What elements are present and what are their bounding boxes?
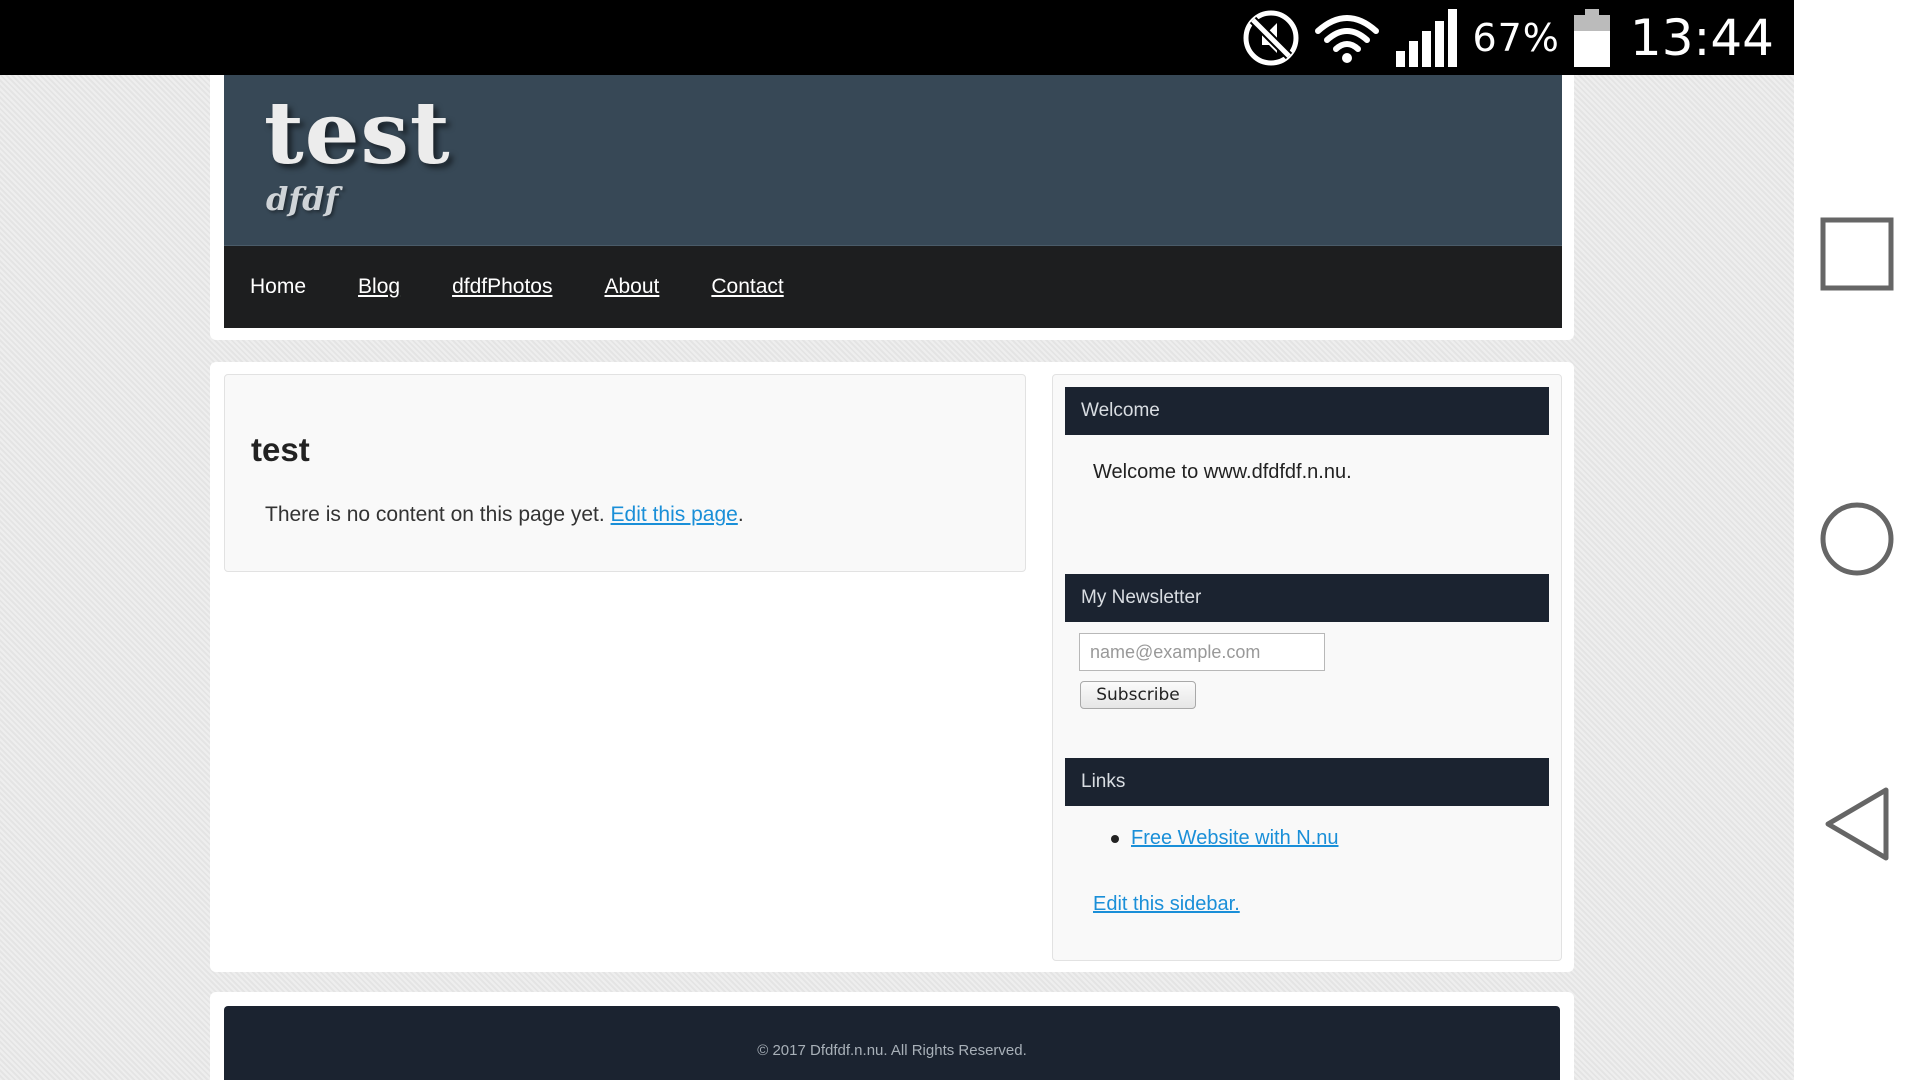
menu-item-dfdfphotos[interactable]: dfdfPhotos bbox=[452, 275, 552, 299]
links-widget-heading: Links bbox=[1065, 758, 1549, 806]
footer: © 2017 Dfdfdf.n.nu. All Rights Reserved. bbox=[224, 1006, 1560, 1080]
android-nav-bar bbox=[1794, 0, 1920, 1080]
page-text-body: There is no content on this page yet. bbox=[265, 503, 611, 526]
menu-item-about[interactable]: About bbox=[604, 275, 659, 299]
edit-sidebar-link[interactable]: Edit this sidebar. bbox=[1093, 893, 1240, 916]
page-text-period: . bbox=[737, 503, 744, 526]
header-banner: test dfdf bbox=[224, 75, 1562, 246]
subscribe-button[interactable]: Subscribe bbox=[1080, 681, 1196, 709]
battery-percent: 67% bbox=[1472, 15, 1560, 60]
links-list: Free Website with N.nu bbox=[1093, 827, 1339, 850]
recent-apps-button[interactable] bbox=[1794, 210, 1920, 298]
back-button[interactable] bbox=[1794, 780, 1920, 868]
bullet-icon bbox=[1111, 834, 1119, 843]
free-website-link[interactable]: Free Website with N.nu bbox=[1131, 827, 1339, 850]
sidebar: Welcome Welcome to www.dfdfdf.n.nu. My N… bbox=[1052, 374, 1562, 961]
site-tagline: dfdf bbox=[266, 180, 339, 218]
welcome-text: Welcome to www.dfdfdf.n.nu. bbox=[1093, 461, 1352, 483]
list-item: Free Website with N.nu bbox=[1093, 827, 1339, 850]
newsletter-widget-heading: My Newsletter bbox=[1065, 574, 1549, 622]
menu-item-blog[interactable]: Blog bbox=[358, 275, 400, 299]
site-title[interactable]: test bbox=[264, 83, 451, 184]
status-bar: 67% 13:44 bbox=[0, 0, 1794, 75]
recent-apps-icon bbox=[1820, 217, 1894, 291]
main-content: test There is no content on this page ye… bbox=[224, 374, 1026, 572]
wifi-icon bbox=[1315, 14, 1380, 63]
footer-copyright: © 2017 Dfdfdf.n.nu. All Rights Reserved. bbox=[757, 1042, 1027, 1059]
mute-icon bbox=[1243, 10, 1299, 65]
signal-icon bbox=[1396, 8, 1458, 67]
menu-item-home[interactable]: Home bbox=[250, 275, 306, 299]
home-button[interactable] bbox=[1794, 495, 1920, 583]
clock: 13:44 bbox=[1629, 8, 1774, 67]
newsletter-email-input[interactable] bbox=[1079, 633, 1325, 671]
back-icon bbox=[1825, 787, 1889, 861]
edit-page-link[interactable]: Edit this page bbox=[611, 503, 738, 526]
main-menu: Home Blog dfdfPhotos About Contact bbox=[224, 246, 1562, 328]
page-title: test bbox=[251, 431, 310, 468]
home-icon bbox=[1820, 502, 1894, 576]
welcome-widget-heading: Welcome bbox=[1065, 387, 1549, 435]
menu-item-contact[interactable]: Contact bbox=[711, 275, 783, 299]
page-text: There is no content on this page yet. Ed… bbox=[265, 503, 744, 527]
battery-icon bbox=[1573, 8, 1610, 67]
